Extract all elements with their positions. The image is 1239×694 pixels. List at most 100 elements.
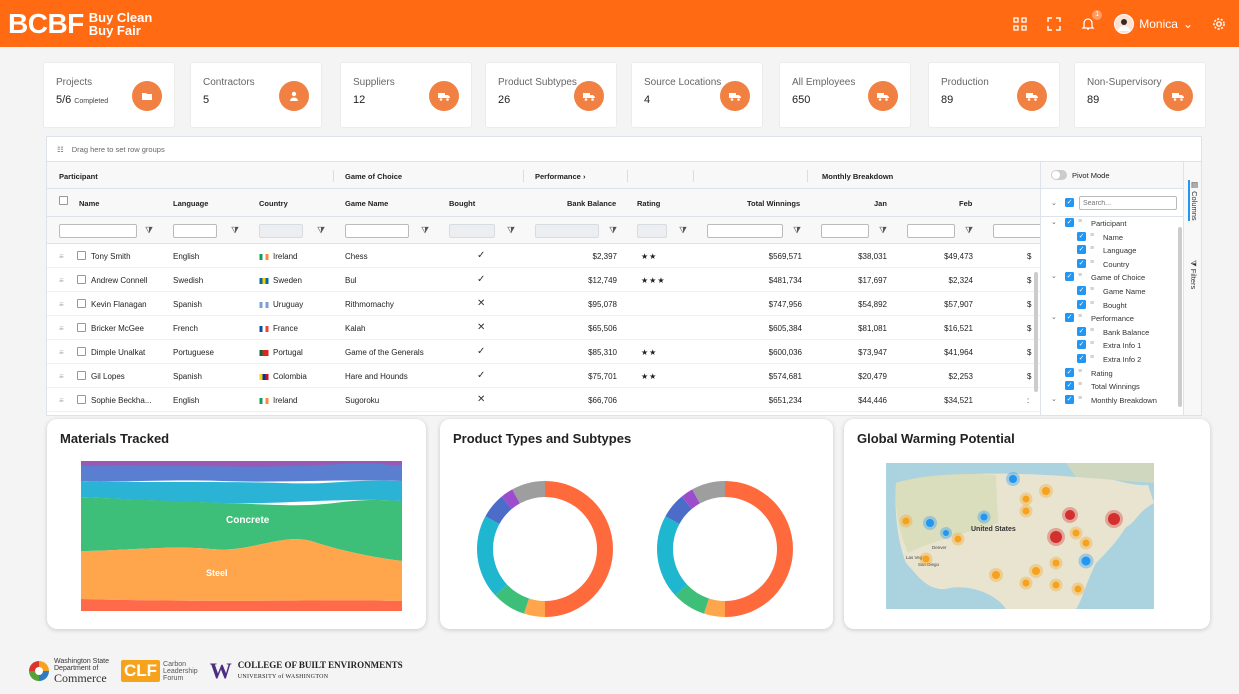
row-checkbox[interactable]	[77, 275, 86, 284]
row-checkbox[interactable]	[77, 251, 86, 260]
drag-handle-icon[interactable]: ≡	[1078, 368, 1082, 375]
map-marker[interactable]	[1022, 495, 1030, 503]
column-list-item[interactable]: ⌄ ✓ ≡ Monthly Breakdown	[1041, 394, 1184, 408]
column-checkbox[interactable]: ✓	[1065, 313, 1074, 323]
map-marker[interactable]	[1072, 529, 1080, 537]
col-country[interactable]: Country	[259, 199, 288, 208]
col-name[interactable]: Name	[79, 199, 99, 208]
filter-icon[interactable]: ⧩	[231, 225, 239, 236]
table-row[interactable]: ≡ Dimple Unalkat Portuguese Portugal Game of…	[47, 340, 1040, 364]
drag-handle-icon[interactable]: ≡	[1090, 286, 1094, 293]
drag-handle-icon[interactable]: ≡	[59, 396, 64, 405]
tab-filters[interactable]: ⧩ Filters	[1188, 260, 1198, 289]
map-marker[interactable]	[980, 513, 988, 521]
stat-card-product-subtypes[interactable]: Product Subtypes 26	[486, 63, 616, 127]
donut-slice[interactable]	[725, 481, 793, 617]
group-monthly[interactable]: Monthly Breakdown	[822, 172, 893, 181]
filter-icon[interactable]: ⧩	[879, 225, 887, 236]
tab-columns[interactable]: ▤ Columns	[1188, 180, 1199, 221]
map-marker[interactable]	[902, 517, 910, 525]
col-language[interactable]: Language	[173, 199, 208, 208]
column-checkbox[interactable]: ✓	[1065, 367, 1074, 377]
column-checkbox[interactable]: ✓	[1077, 299, 1086, 309]
column-list-item[interactable]: ⌄ ✓ ≡ Participant	[1041, 217, 1184, 231]
column-list-item[interactable]: ✓ ≡ Game Name	[1041, 285, 1184, 299]
grid-scrollbar[interactable]	[1034, 272, 1038, 392]
map-marker[interactable]	[1074, 585, 1082, 593]
table-row[interactable]: ≡ Gil Lopes Spanish Colombia Hare and Hounds…	[47, 364, 1040, 388]
apps-icon[interactable]	[1012, 16, 1028, 32]
winnings-filter-input[interactable]	[707, 224, 783, 238]
filter-icon[interactable]: ⧩	[679, 225, 687, 236]
drag-handle-icon[interactable]: ≡	[59, 300, 64, 309]
row-checkbox[interactable]	[77, 299, 86, 308]
donut-slice[interactable]	[477, 516, 508, 596]
map-marker[interactable]	[954, 535, 962, 543]
col-bought[interactable]: Bought	[449, 199, 475, 208]
drag-handle-icon[interactable]: ≡	[1090, 340, 1094, 347]
drag-handle-icon[interactable]: ≡	[1078, 218, 1082, 225]
select-all-checkbox[interactable]	[59, 196, 68, 205]
column-list-item[interactable]: ⌄ ✓ ≡ Performance	[1041, 312, 1184, 326]
drag-handle-icon[interactable]: ≡	[1090, 354, 1094, 361]
column-checkbox[interactable]: ✓	[1077, 340, 1086, 350]
column-list-item[interactable]: ✓ ≡ Bought	[1041, 299, 1184, 313]
bell-icon[interactable]: 1	[1080, 9, 1103, 32]
wa-commerce-logo[interactable]: Washington State Department of Commerce	[28, 658, 109, 684]
drag-handle-icon[interactable]: ≡	[1078, 395, 1082, 402]
drag-handle-icon[interactable]: ≡	[1090, 259, 1094, 266]
column-checkbox[interactable]: ✓	[1065, 381, 1074, 391]
drag-handle-icon[interactable]: ≡	[1090, 245, 1094, 252]
column-list-item[interactable]: ✓ ≡ Bank Balance	[1041, 326, 1184, 340]
column-list-item[interactable]: ✓ ≡ Extra Info 1	[1041, 339, 1184, 353]
drag-handle-icon[interactable]: ≡	[59, 276, 64, 285]
column-checkbox[interactable]: ✓	[1077, 353, 1086, 363]
col-game-name[interactable]: Game Name	[345, 199, 388, 208]
column-checkbox[interactable]: ✓	[1077, 326, 1086, 336]
bought-filter-input[interactable]	[449, 224, 495, 238]
column-search-input[interactable]	[1079, 196, 1177, 210]
map-marker[interactable]	[1081, 556, 1091, 566]
column-list-item[interactable]: ⌄ ✓ ≡ Game of Choice	[1041, 271, 1184, 285]
balance-filter-input[interactable]	[535, 224, 599, 238]
filter-icon[interactable]: ⧩	[609, 225, 617, 236]
brand[interactable]: BCBF Buy Clean Buy Fair	[8, 8, 152, 40]
select-all-columns-checkbox[interactable]: ✓	[1065, 198, 1074, 207]
pivot-mode-toggle[interactable]	[1051, 170, 1067, 180]
map-marker[interactable]	[1108, 513, 1120, 525]
filter-icon[interactable]: ⧩	[145, 225, 153, 236]
country-filter-input[interactable]	[259, 224, 303, 238]
jan-filter-input[interactable]	[821, 224, 869, 238]
table-row[interactable]: ≡ Bricker McGee French France Kalah ✕ $65,506 $…	[47, 316, 1040, 340]
map-marker[interactable]	[992, 571, 1000, 579]
column-list-item[interactable]: ✓ ≡ Rating	[1041, 367, 1184, 381]
column-checkbox[interactable]: ✓	[1077, 245, 1086, 255]
column-checkbox[interactable]: ✓	[1065, 272, 1074, 282]
map-marker[interactable]	[1009, 475, 1017, 483]
stat-card-non-supervisory[interactable]: Non-Supervisory 89	[1075, 63, 1205, 127]
group-performance[interactable]: Performance ›	[535, 172, 585, 181]
map-marker[interactable]	[922, 555, 930, 563]
column-list-item[interactable]: ✓ ≡ Country	[1041, 258, 1184, 272]
map-marker[interactable]	[943, 530, 949, 536]
column-checkbox[interactable]: ✓	[1065, 218, 1074, 227]
column-checkbox[interactable]: ✓	[1065, 394, 1074, 404]
chevron-down-icon[interactable]: ⌄	[1051, 395, 1057, 403]
fullscreen-icon[interactable]	[1046, 16, 1062, 32]
gear-icon[interactable]	[1211, 16, 1227, 32]
clf-logo[interactable]: CLF Carbon Leadership Forum	[121, 660, 198, 682]
filter-icon[interactable]: ⧩	[965, 225, 973, 236]
stat-card-all-employees[interactable]: All Employees 650	[780, 63, 910, 127]
donut-slice[interactable]	[545, 481, 613, 617]
drag-handle-icon[interactable]: ≡	[1078, 272, 1082, 279]
group-game[interactable]: Game of Choice	[345, 172, 402, 181]
column-list-item[interactable]: ✓ ≡ Extra Info 2	[1041, 353, 1184, 367]
drag-handle-icon[interactable]: ≡	[1090, 300, 1094, 307]
drag-handle-icon[interactable]: ≡	[1090, 232, 1094, 239]
user-menu[interactable]: Monica ⌄	[1114, 13, 1193, 34]
table-row[interactable]: ≡ Sophie Beckha... English Ireland Sugoroku ✕…	[47, 388, 1040, 412]
drag-handle-icon[interactable]: ≡	[1090, 327, 1094, 334]
name-filter-input[interactable]	[59, 224, 137, 238]
stat-card-source-locations[interactable]: Source Locations 4	[632, 63, 762, 127]
rating-filter-input[interactable]	[637, 224, 667, 238]
